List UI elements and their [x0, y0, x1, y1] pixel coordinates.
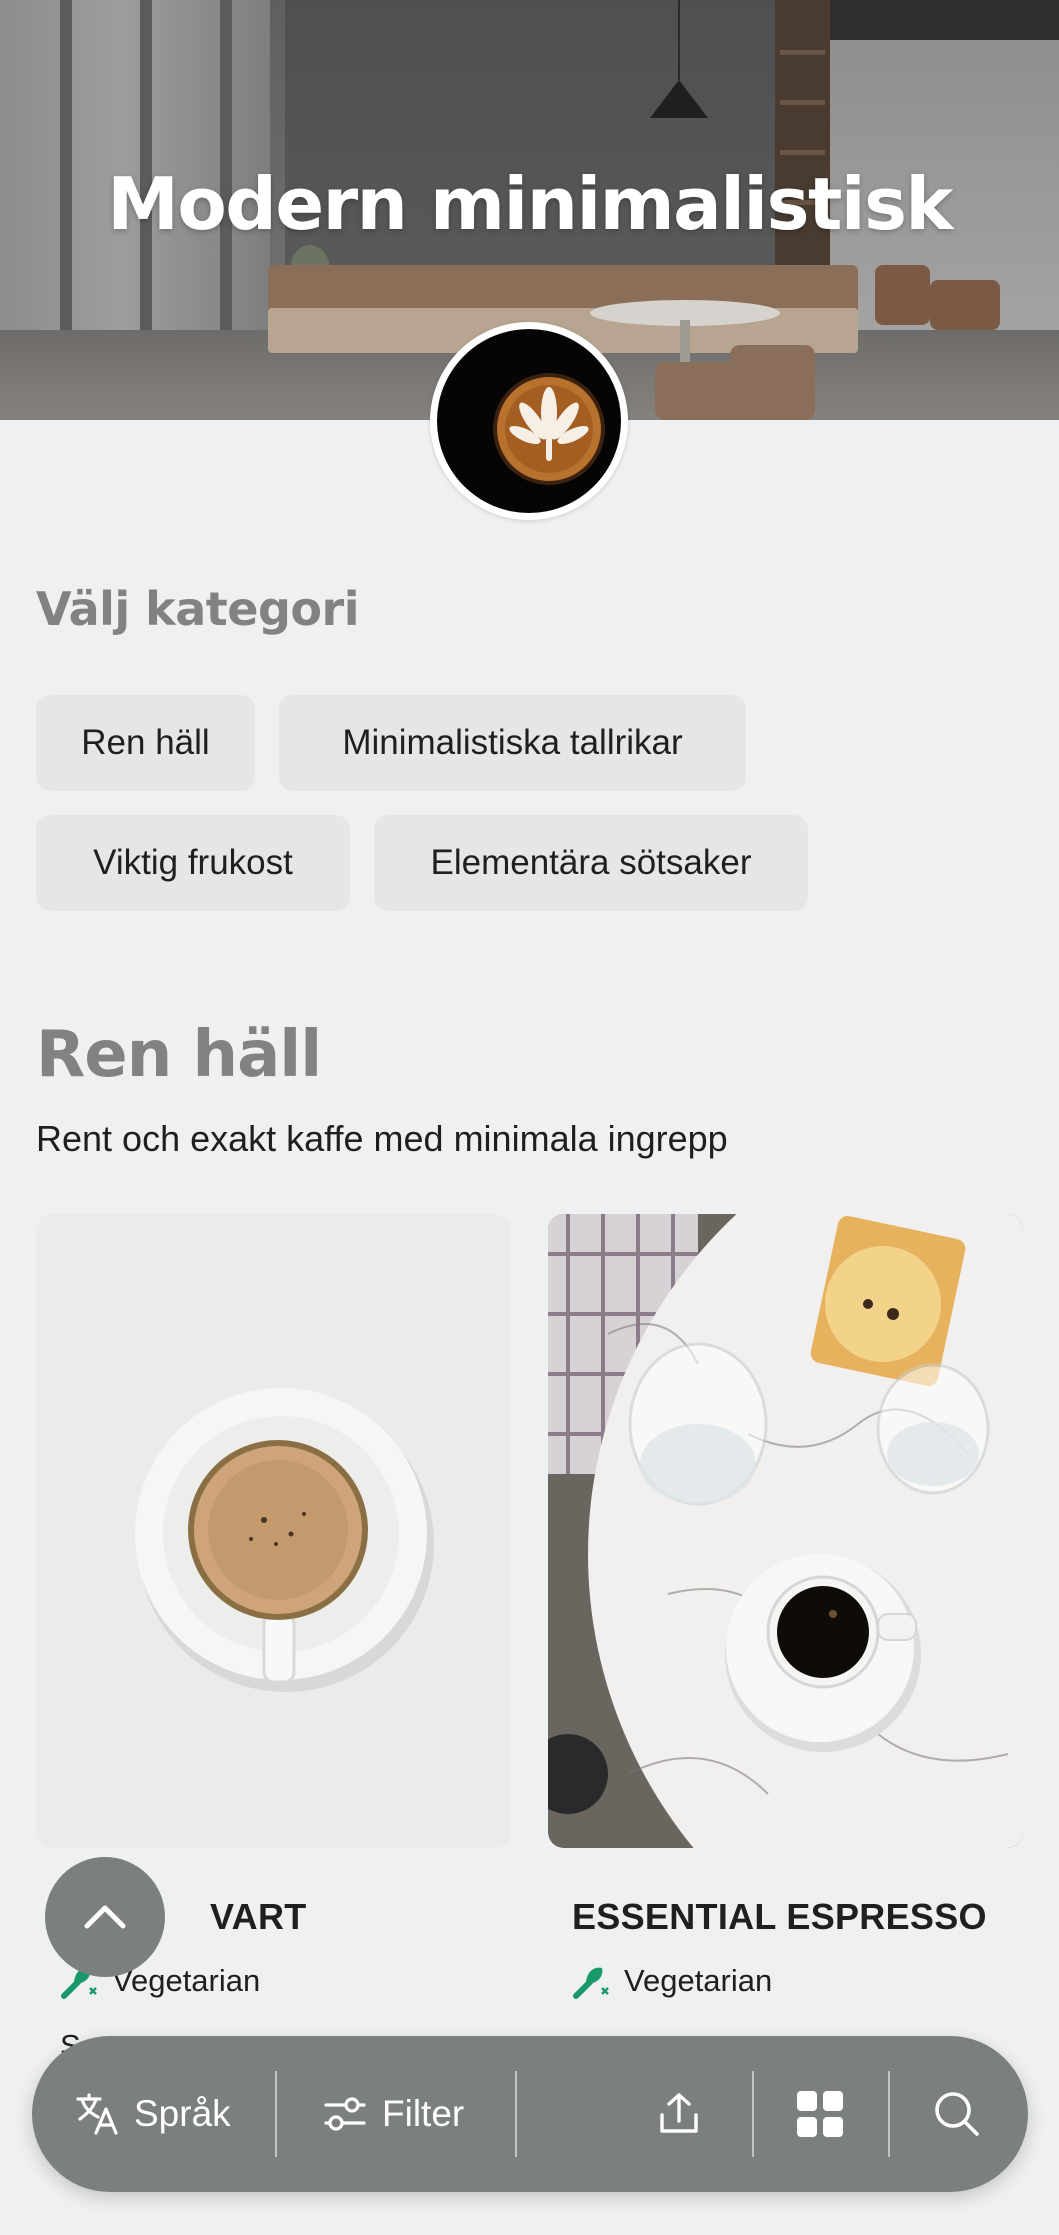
latte-art-logo [437, 329, 621, 513]
grid-icon [797, 2091, 843, 2137]
category-heading: Välj kategori [36, 582, 359, 636]
product-image-1[interactable] [36, 1214, 511, 1848]
translate-icon [76, 2093, 118, 2135]
sofa [268, 265, 858, 310]
category-chip-ren-hall[interactable]: Ren häll [36, 695, 255, 791]
product-name-1[interactable]: VART [210, 1896, 307, 1938]
filter-button[interactable]: Filter [322, 2036, 464, 2192]
category-chip-elementara-sotsaker[interactable]: Elementära sötsaker [374, 815, 808, 911]
restaurant-logo [430, 322, 628, 520]
chevron-up-icon [84, 1905, 126, 1929]
category-chip-minimalistiska-tallrikar[interactable]: Minimalistiska tallrikar [279, 695, 746, 791]
share-icon [660, 2093, 698, 2133]
category-chip-viktig-frukost[interactable]: Viktig frukost [36, 815, 350, 911]
scroll-to-top-button[interactable] [45, 1857, 165, 1977]
grid-view-button[interactable] [795, 2036, 845, 2192]
bottom-toolbar: Språk Filter [32, 2036, 1028, 2192]
page-title: Modern minimalistisk [107, 162, 953, 246]
vegetarian-icon [573, 1967, 609, 1999]
search-icon [935, 2092, 979, 2136]
share-button[interactable] [654, 2036, 704, 2192]
product-name-2[interactable]: ESSENTIAL ESPRESSO [572, 1896, 987, 1938]
section-title: Ren häll [36, 1018, 322, 1092]
language-button[interactable]: Språk [74, 2036, 231, 2192]
search-button[interactable] [932, 2036, 982, 2192]
product-image-2[interactable] [548, 1214, 1023, 1848]
filter-icon [324, 2097, 366, 2131]
diet-badge-2: Vegetarian [572, 1962, 772, 2000]
section-description: Rent och exakt kaffe med minimala ingrep… [36, 1118, 728, 1159]
